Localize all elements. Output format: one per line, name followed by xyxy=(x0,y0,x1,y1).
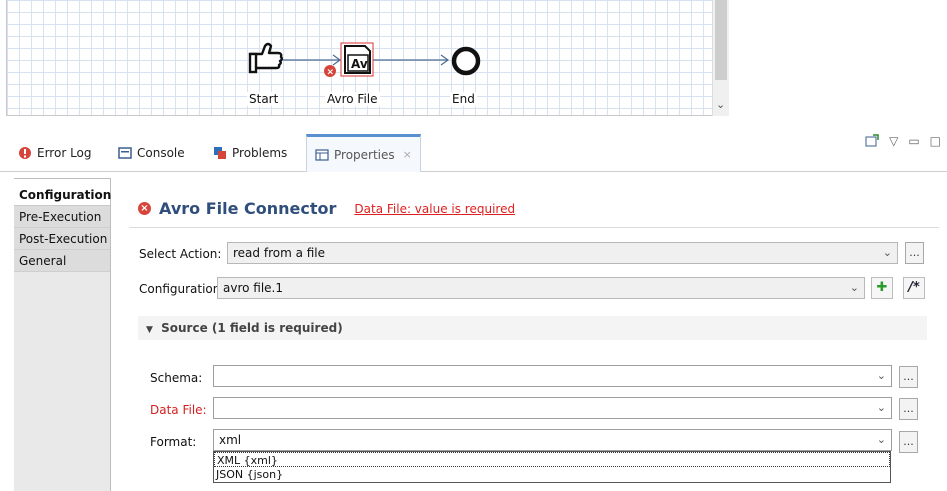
edit-configuration-button[interactable]: /* xyxy=(903,277,925,299)
hand-pointing-icon[interactable] xyxy=(248,42,283,74)
node-label-avro-file: Avro File xyxy=(325,92,380,106)
schema-dropdown[interactable]: ⌄ xyxy=(213,365,892,387)
select-action-dropdown[interactable]: read from a file ⌄ xyxy=(227,242,898,264)
error-log-icon xyxy=(18,146,32,160)
error-icon: × xyxy=(138,202,151,215)
connector-header: × Avro File Connector Data File: value i… xyxy=(138,199,515,218)
pin-view-icon[interactable] xyxy=(865,134,879,151)
maximize-icon[interactable]: □ xyxy=(930,134,941,151)
sidebar-item-general[interactable]: General xyxy=(14,250,110,272)
section-title: Source (1 field is required) xyxy=(161,321,343,335)
data-file-browse-button[interactable]: ... xyxy=(899,398,918,420)
configuration-label: Configuration: xyxy=(139,282,225,296)
schema-browse-button[interactable]: ... xyxy=(899,366,918,388)
data-file-dropdown[interactable]: ⌄ xyxy=(213,397,892,419)
view-menu-icon[interactable]: ▽ xyxy=(889,134,898,151)
chevron-down-icon: ⌄ xyxy=(882,246,892,259)
avro-file-icon[interactable]: Av xyxy=(340,42,374,77)
tab-problems[interactable]: Problems xyxy=(205,134,295,172)
format-dropdown[interactable]: xml ⌄ xyxy=(213,429,892,451)
vertical-scrollbar[interactable]: ⌄ xyxy=(712,0,729,116)
add-configuration-button[interactable]: ✚ xyxy=(871,277,893,299)
tab-label: Properties xyxy=(334,147,395,162)
tab-console[interactable]: Console xyxy=(110,134,193,172)
collapse-triangle-icon: ▼ xyxy=(146,325,153,335)
view-toolbar: ▽ ▭ □ xyxy=(865,134,941,151)
scrollbar-thumb[interactable] xyxy=(715,0,727,80)
tab-label: Console xyxy=(137,146,185,160)
tab-label: Error Log xyxy=(37,146,92,160)
tab-properties[interactable]: Properties × xyxy=(306,134,421,172)
minimize-icon[interactable]: ▭ xyxy=(908,134,919,151)
chevron-down-icon: ⌄ xyxy=(876,401,886,414)
select-action-value: read from a file xyxy=(233,246,326,260)
problems-icon xyxy=(213,146,227,160)
chevron-down-icon[interactable]: ⌄ xyxy=(716,98,725,111)
chevron-down-icon: ⌄ xyxy=(876,433,886,446)
schema-label: Schema: xyxy=(150,371,203,385)
sidebar-item-post-execution[interactable]: Post-Execution xyxy=(14,228,110,250)
sidebar-item-configuration[interactable]: Configuration xyxy=(14,179,111,206)
configuration-value: avro file.1 xyxy=(223,281,284,295)
source-section-header[interactable]: ▼ Source (1 field is required) xyxy=(138,316,927,340)
format-option-json[interactable]: JSON {json} xyxy=(214,467,890,482)
view-tab-bar: Error Log Console Problems Properties × xyxy=(0,130,947,172)
flow-canvas[interactable]: Av × Start Avro File End ⌄ xyxy=(6,0,729,116)
format-options-list[interactable]: XML {xml} JSON {json} xyxy=(213,451,891,483)
format-browse-button[interactable]: ... xyxy=(899,431,918,453)
tab-error-log[interactable]: Error Log xyxy=(10,134,100,172)
end-circle-icon[interactable] xyxy=(451,46,481,76)
plus-icon: ✚ xyxy=(876,280,888,295)
select-action-label: Select Action: xyxy=(139,247,222,261)
configuration-dropdown[interactable]: avro file.1 ⌄ xyxy=(217,277,865,299)
format-option-xml[interactable]: XML {xml} xyxy=(214,452,890,467)
format-label: Format: xyxy=(150,435,197,449)
edit-icon: /* xyxy=(908,280,920,295)
page-title: Avro File Connector xyxy=(159,199,337,218)
close-icon[interactable]: × xyxy=(403,148,412,161)
divider xyxy=(129,227,939,228)
format-value: xml xyxy=(219,433,242,447)
chevron-down-icon: ⌄ xyxy=(849,281,859,294)
validation-error-link[interactable]: Data File: value is required xyxy=(354,202,515,216)
select-action-browse-button[interactable]: ... xyxy=(905,242,924,264)
properties-sidebar: Configuration Pre-Execution Post-Executi… xyxy=(14,178,111,491)
error-badge-icon: × xyxy=(324,65,336,78)
console-icon xyxy=(118,146,132,160)
chevron-down-icon: ⌄ xyxy=(876,369,886,382)
properties-icon xyxy=(315,148,329,162)
tab-label: Problems xyxy=(232,146,288,160)
sidebar-item-pre-execution[interactable]: Pre-Execution xyxy=(14,206,110,228)
node-label-end: End xyxy=(450,92,477,106)
node-label-start: Start xyxy=(247,92,281,106)
data-file-label: Data File: xyxy=(150,403,207,417)
avro-badge-text: Av xyxy=(351,57,368,71)
svg-text:×: × xyxy=(327,68,335,78)
